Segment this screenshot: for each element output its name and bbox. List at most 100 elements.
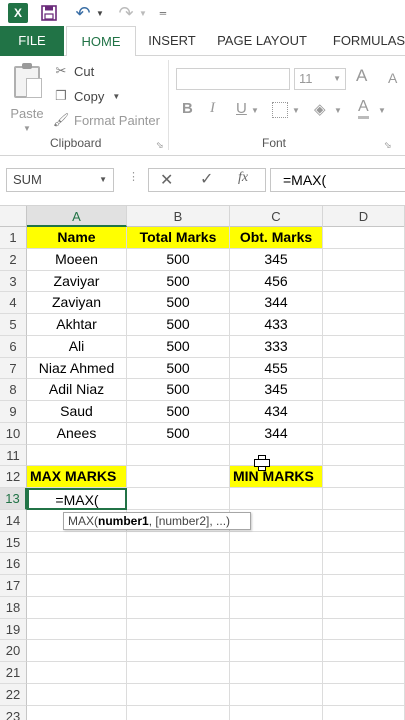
cell-b19[interactable] [127,618,230,641]
tab-page-layout[interactable]: PAGE LAYOUT [212,26,312,56]
column-header-d[interactable]: D [323,206,405,227]
cell-d9[interactable] [323,401,405,423]
cell-d21[interactable] [323,662,405,684]
row-header[interactable]: 22 [0,683,27,706]
row-header[interactable]: 6 [0,335,27,358]
row-header[interactable]: 19 [0,618,27,641]
cell-b13[interactable] [127,488,230,510]
cell-b22[interactable] [127,683,230,706]
underline-button[interactable]: U [236,100,247,117]
cell-a20[interactable] [27,640,127,662]
cell-b21[interactable] [127,662,230,684]
font-name-combobox[interactable] [176,68,290,90]
row-header[interactable]: 18 [0,596,27,619]
cell-a9[interactable]: Saud [27,401,127,423]
fill-color-icon[interactable]: ◈ [314,100,326,118]
cell-b8[interactable]: 500 [127,379,230,401]
cell-d22[interactable] [323,683,405,706]
row-header[interactable]: 8 [0,379,27,401]
cell-a18[interactable] [27,596,127,619]
cell-a15[interactable] [27,531,127,554]
cell-a11[interactable] [27,444,127,467]
cell-c2[interactable]: 345 [230,248,323,271]
row-header[interactable]: 4 [0,292,27,314]
row-header[interactable]: 3 [0,270,27,293]
enter-icon[interactable]: ✓ [200,169,213,189]
cell-d16[interactable] [323,553,405,575]
undo-dropdown-icon[interactable]: ▼ [96,3,104,23]
dialog-launcher-icon[interactable]: ⬂ [384,140,392,151]
grow-font-icon[interactable]: A [356,66,367,86]
font-size-combobox[interactable]: 11 ▼ [294,68,346,90]
cell-b23[interactable] [127,705,230,720]
cell-b10[interactable]: 500 [127,422,230,445]
cell-d23[interactable] [323,705,405,720]
column-header-a[interactable]: A [27,206,127,227]
row-header[interactable]: 21 [0,662,27,684]
cell-c19[interactable] [230,618,323,641]
cell-d12[interactable] [323,466,405,488]
chevron-down-icon[interactable]: ▼ [378,106,386,115]
cell-a8[interactable]: Adil Niaz [27,379,127,401]
cell-c7[interactable]: 455 [230,357,323,380]
active-cell-a13[interactable]: =MAX( [27,488,127,510]
cell-b3[interactable]: 500 [127,270,230,293]
borders-icon[interactable] [272,102,288,118]
tab-insert[interactable]: INSERT [140,26,204,56]
row-header[interactable]: 15 [0,531,27,554]
cell-a6[interactable]: Ali [27,335,127,358]
formula-input[interactable]: =MAX( [270,168,405,192]
cell-b12[interactable] [127,466,230,488]
cell-c10[interactable]: 344 [230,422,323,445]
cell-b4[interactable]: 500 [127,292,230,314]
tab-formulas[interactable]: FORMULAS [326,26,405,56]
dialog-launcher-icon[interactable]: ⬂ [156,140,164,151]
cell-b16[interactable] [127,553,230,575]
cell-d13[interactable] [323,488,405,510]
save-icon[interactable] [40,3,58,23]
cell-c9[interactable]: 434 [230,401,323,423]
cut-button[interactable]: ✂ Cut [52,60,95,82]
font-color-icon[interactable]: A [358,98,369,119]
tab-home[interactable]: HOME [66,26,136,57]
customize-qat-icon[interactable]: ═ [158,3,168,23]
cell-b5[interactable]: 500 [127,314,230,336]
row-header[interactable]: 5 [0,314,27,336]
italic-button[interactable]: I [210,100,215,117]
cell-c8[interactable]: 345 [230,379,323,401]
cell-c21[interactable] [230,662,323,684]
cell-c3[interactable]: 456 [230,270,323,293]
row-header[interactable]: 10 [0,422,27,445]
chevron-down-icon[interactable]: ▼ [251,106,259,115]
cell-b17[interactable] [127,575,230,597]
cancel-icon[interactable]: ✕ [160,170,173,190]
redo-dropdown-icon[interactable]: ▼ [139,3,147,23]
chevron-down-icon[interactable]: ▼ [112,92,120,101]
row-header[interactable]: 16 [0,553,27,575]
cell-b7[interactable]: 500 [127,357,230,380]
cell-d1[interactable] [323,227,405,249]
cell-d6[interactable] [323,335,405,358]
cell-a19[interactable] [27,618,127,641]
function-tooltip[interactable]: MAX(number1, [number2], ...) [63,512,251,530]
row-header[interactable]: 13 [0,488,27,510]
cell-a12[interactable]: MAX MARKS [27,466,127,488]
cell-c16[interactable] [230,553,323,575]
chevron-down-icon[interactable]: ▼ [23,124,31,133]
cell-c20[interactable] [230,640,323,662]
cell-b11[interactable] [127,444,230,467]
copy-button[interactable]: ❐ Copy ▼ [52,85,120,107]
cell-d7[interactable] [323,357,405,380]
row-header[interactable]: 23 [0,705,27,720]
cell-a3[interactable]: Zaviyar [27,270,127,293]
bold-button[interactable]: B [182,100,193,117]
row-header[interactable]: 14 [0,509,27,532]
cell-c11[interactable] [230,444,323,467]
cell-b18[interactable] [127,596,230,619]
select-all-corner[interactable] [0,206,27,227]
redo-icon[interactable]: ↷ [117,3,135,23]
row-header[interactable]: 12 [0,466,27,488]
cell-a16[interactable] [27,553,127,575]
cell-d4[interactable] [323,292,405,314]
cell-d3[interactable] [323,270,405,293]
